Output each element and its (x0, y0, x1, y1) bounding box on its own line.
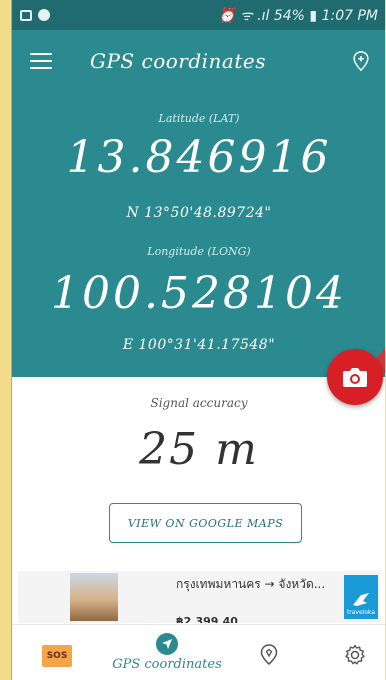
bottom-navigation: SOS GPS coordinates (12, 624, 385, 680)
notification-icon (38, 9, 50, 21)
signal-accuracy-label: Signal accuracy (150, 396, 248, 410)
latitude-value[interactable]: 13.846916 (12, 136, 385, 180)
coordinates-panel: Latitude (LAT) 13.846916 N 13°50'48.8972… (12, 92, 385, 377)
ad-info-icon[interactable]: ⓘ✕ (358, 573, 376, 588)
ad-banner[interactable]: กรุงเทพมหานคร → จังหวัด... ฿2,399.40 tra… (18, 571, 380, 623)
add-location-icon[interactable] (350, 50, 372, 72)
ad-image[interactable] (70, 573, 118, 621)
app-title: GPS coordinates (90, 49, 266, 73)
hamburger-menu-icon[interactable] (30, 53, 52, 69)
sos-icon[interactable]: SOS (42, 645, 72, 667)
signal-accuracy-value: 25 m (139, 424, 259, 475)
bird-icon (353, 593, 369, 606)
ad-title[interactable]: กรุงเทพมหานคร → จังหวัด... (176, 577, 326, 592)
latitude-dms[interactable]: N 13°50'48.89724" (12, 205, 385, 221)
latitude-label: Latitude (LAT) (158, 112, 240, 125)
camera-icon (343, 368, 367, 387)
nav-gps-coordinates[interactable]: GPS coordinates (102, 633, 232, 672)
status-bar: ⏰ ᯤ .ıl 54% ▮ 1:07 PM (12, 0, 385, 30)
longitude-dms[interactable]: E 100°31'41.17548" (12, 337, 385, 353)
view-on-google-maps-button[interactable]: VIEW ON GOOGLE MAPS (109, 503, 302, 543)
status-text: ⏰ ᯤ .ıl 54% ▮ 1:07 PM (218, 7, 378, 24)
gallery-icon (20, 9, 32, 21)
longitude-label: Longitude (LONG) (147, 245, 251, 258)
longitude-value[interactable]: 100.528104 (12, 272, 385, 316)
ad-price[interactable]: ฿2,399.40 (176, 615, 238, 623)
nav-gps-label: GPS coordinates (112, 657, 222, 672)
location-pin-icon[interactable] (257, 643, 281, 667)
app-screen: ⏰ ᯤ .ıl 54% ▮ 1:07 PM GPS coordinates La… (11, 0, 385, 680)
settings-gear-icon[interactable] (343, 643, 367, 667)
navigation-arrow-icon (156, 633, 178, 655)
app-bar: GPS coordinates (12, 30, 385, 92)
ad-brand: traveloka (346, 609, 376, 616)
